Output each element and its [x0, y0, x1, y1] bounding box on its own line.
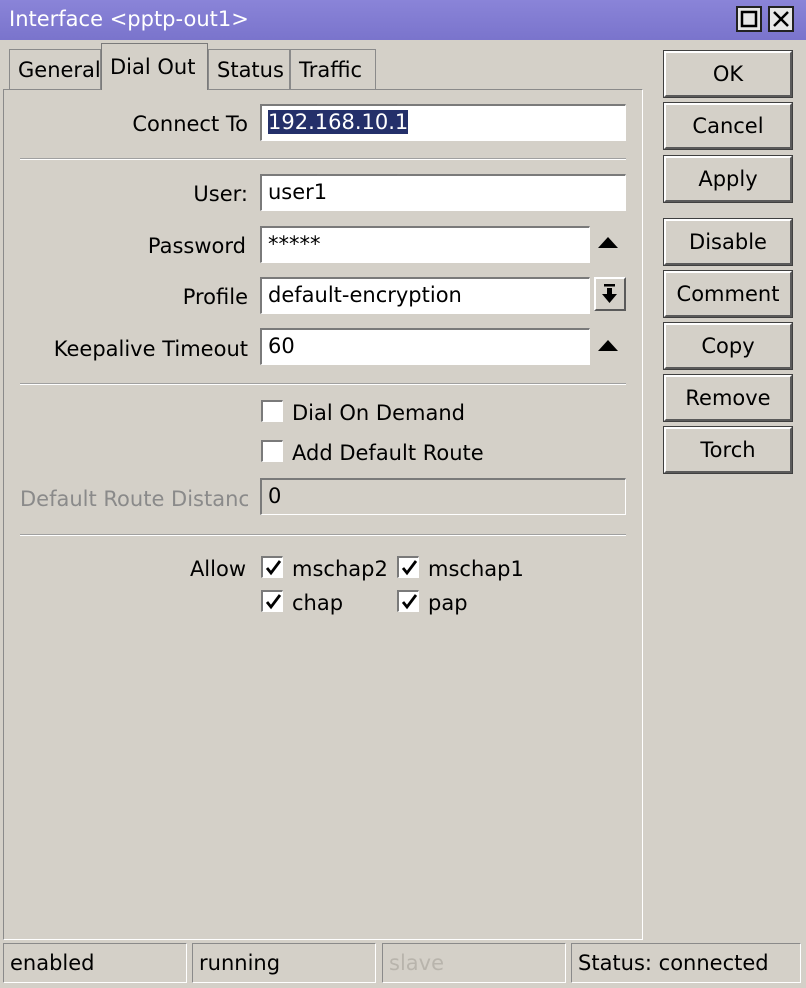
remove-button[interactable]: Remove — [663, 374, 793, 422]
close-button[interactable] — [768, 6, 794, 32]
dropdown-icon — [602, 284, 617, 303]
mschap2-label: mschap2 — [292, 557, 388, 581]
copy-button[interactable]: Copy — [663, 322, 793, 370]
torch-button[interactable]: Torch — [663, 426, 793, 474]
chap-label: chap — [292, 591, 344, 615]
dial-on-demand-checkbox[interactable] — [261, 400, 283, 422]
profile-label: Profile — [182, 285, 248, 309]
default-route-distance-label: Default Route Distance — [20, 487, 248, 511]
profile-dropdown-button[interactable] — [594, 277, 626, 311]
checkmark-icon — [265, 560, 282, 576]
divider — [20, 383, 626, 385]
tab-label: Dial Out — [110, 55, 196, 79]
password-label: Password — [147, 234, 246, 258]
mschap1-checkbox[interactable] — [397, 556, 419, 578]
allow-label: Allow — [189, 557, 246, 581]
up-arrow-icon[interactable] — [598, 340, 618, 351]
dial-on-demand-label: Dial On Demand — [292, 401, 465, 425]
ok-button[interactable]: OK — [663, 50, 793, 98]
comment-button[interactable]: Comment — [663, 270, 793, 318]
up-arrow-icon[interactable] — [598, 237, 618, 248]
disable-button[interactable]: Disable — [663, 218, 793, 266]
keepalive-input[interactable]: 60 — [260, 328, 590, 365]
maximize-icon — [740, 10, 758, 28]
user-input[interactable]: user1 — [260, 174, 626, 211]
status-running: running — [192, 943, 376, 983]
divider — [20, 158, 626, 160]
window-title: Interface <pptp-out1> — [9, 7, 249, 31]
mschap1-label: mschap1 — [428, 557, 524, 581]
pap-checkbox[interactable] — [397, 590, 419, 612]
tab-status[interactable]: Status — [208, 49, 290, 89]
connect-to-label: Connect To — [132, 112, 248, 136]
profile-select[interactable]: default-encryption — [260, 277, 590, 314]
tab-general[interactable]: General — [9, 49, 101, 89]
connect-to-input[interactable]: 192.168.10.1 — [260, 104, 626, 141]
checkmark-icon — [401, 560, 418, 576]
default-route-distance-input: 0 — [260, 478, 626, 515]
apply-button[interactable]: Apply — [663, 155, 793, 203]
status-enabled: enabled — [3, 943, 187, 983]
add-default-route-checkbox[interactable] — [261, 440, 283, 462]
tab-dial-out[interactable]: Dial Out — [101, 43, 208, 90]
pap-label: pap — [428, 591, 468, 615]
user-label: User: — [193, 182, 248, 206]
keepalive-label: Keepalive Timeout — [53, 337, 248, 361]
password-input[interactable]: ***** — [260, 226, 590, 263]
status-slave: slave — [382, 943, 566, 983]
add-default-route-label: Add Default Route — [292, 441, 484, 465]
mschap2-checkbox[interactable] — [261, 556, 283, 578]
checkmark-icon — [401, 594, 418, 610]
divider — [20, 534, 626, 536]
tab-label: General — [18, 58, 101, 82]
chap-checkbox[interactable] — [261, 590, 283, 612]
tab-traffic[interactable]: Traffic — [290, 49, 376, 89]
tab-label: Status — [217, 58, 284, 82]
checkmark-icon — [265, 594, 282, 610]
tab-label: Traffic — [299, 58, 363, 82]
connect-to-value: 192.168.10.1 — [268, 110, 409, 134]
close-icon — [773, 11, 789, 27]
status-connection: Status: connected — [571, 943, 801, 983]
maximize-button[interactable] — [736, 6, 762, 32]
cancel-button[interactable]: Cancel — [663, 102, 793, 150]
